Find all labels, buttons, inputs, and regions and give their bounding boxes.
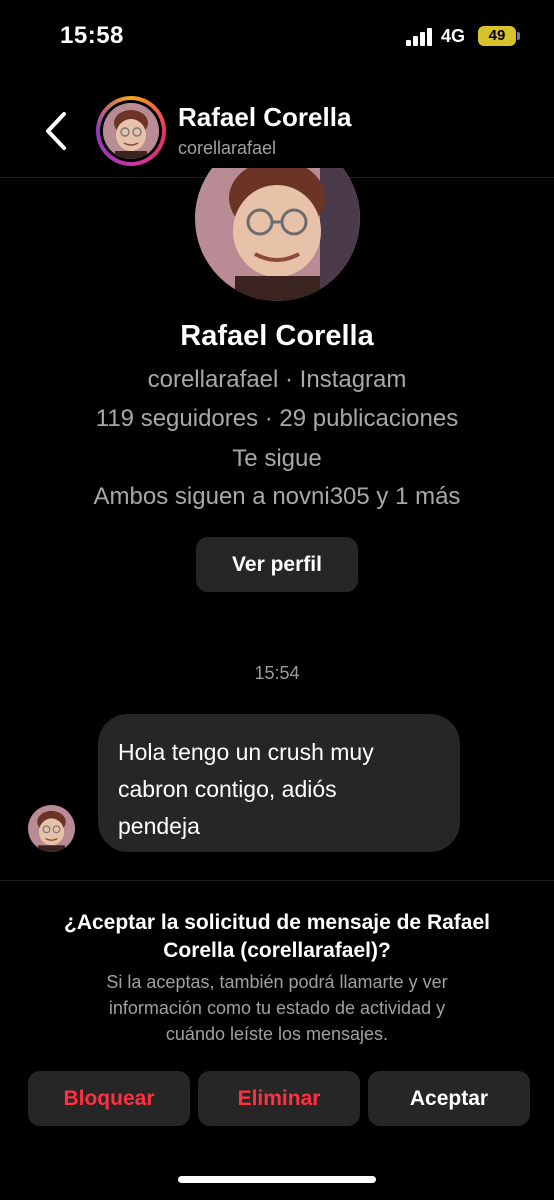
dm-request-screen: 15:58 4G 49 Rafael Corella corellarafael… [0,0,554,1200]
message-line: cabron contigo, adiós [118,776,337,802]
sender-avatar[interactable] [28,805,75,852]
header-username[interactable]: corellarafael [178,138,276,159]
profile-picture[interactable] [195,168,360,301]
message-bubble[interactable]: Hola tengo un crush muy cabron contigo, … [98,714,460,852]
header-name[interactable]: Rafael Corella [178,102,351,133]
profile-handle-line: corellarafael · Instagram [147,366,407,393]
battery-level: 49 [488,27,506,44]
battery-cap [517,32,520,40]
delete-button[interactable]: Eliminar [198,1071,360,1126]
message-timestamp: 15:54 [254,663,300,683]
mutual-followers-line: Ambos siguen a novni305 y 1 más [93,483,461,510]
message-line: pendeja [118,813,200,839]
avatar-face-icon [103,103,159,159]
view-profile-button[interactable]: Ver perfil [196,537,358,592]
status-time: 15:58 [60,22,124,49]
block-button[interactable]: Bloquear [28,1071,190,1126]
sender-avatar-face-icon [28,805,75,852]
back-chevron-icon [46,112,66,150]
signal-icon [406,28,434,46]
profile-face-icon [195,168,360,301]
request-description: Si la aceptas, también podrá llamarte y … [106,972,448,1044]
status-bar: 15:58 4G 49 [0,0,554,70]
message-line: Hola tengo un crush muy [118,739,374,765]
battery-icon: 49 [478,26,516,46]
request-title: ¿Aceptar la solicitud de mensaje de Rafa… [64,911,490,962]
profile-stats-line: 119 seguidores · 29 publicaciones [95,405,459,432]
home-indicator[interactable] [178,1176,376,1183]
accept-button[interactable]: Aceptar [368,1071,530,1126]
follows-you-label: Te sigue [232,445,322,472]
avatar-image [103,103,159,159]
header-avatar[interactable] [96,96,166,166]
profile-name: Rafael Corella [180,320,374,352]
chat-header: Rafael Corella corellarafael [0,90,554,178]
divider [0,880,554,881]
network-type: 4G [441,26,466,46]
back-button[interactable] [40,108,76,154]
